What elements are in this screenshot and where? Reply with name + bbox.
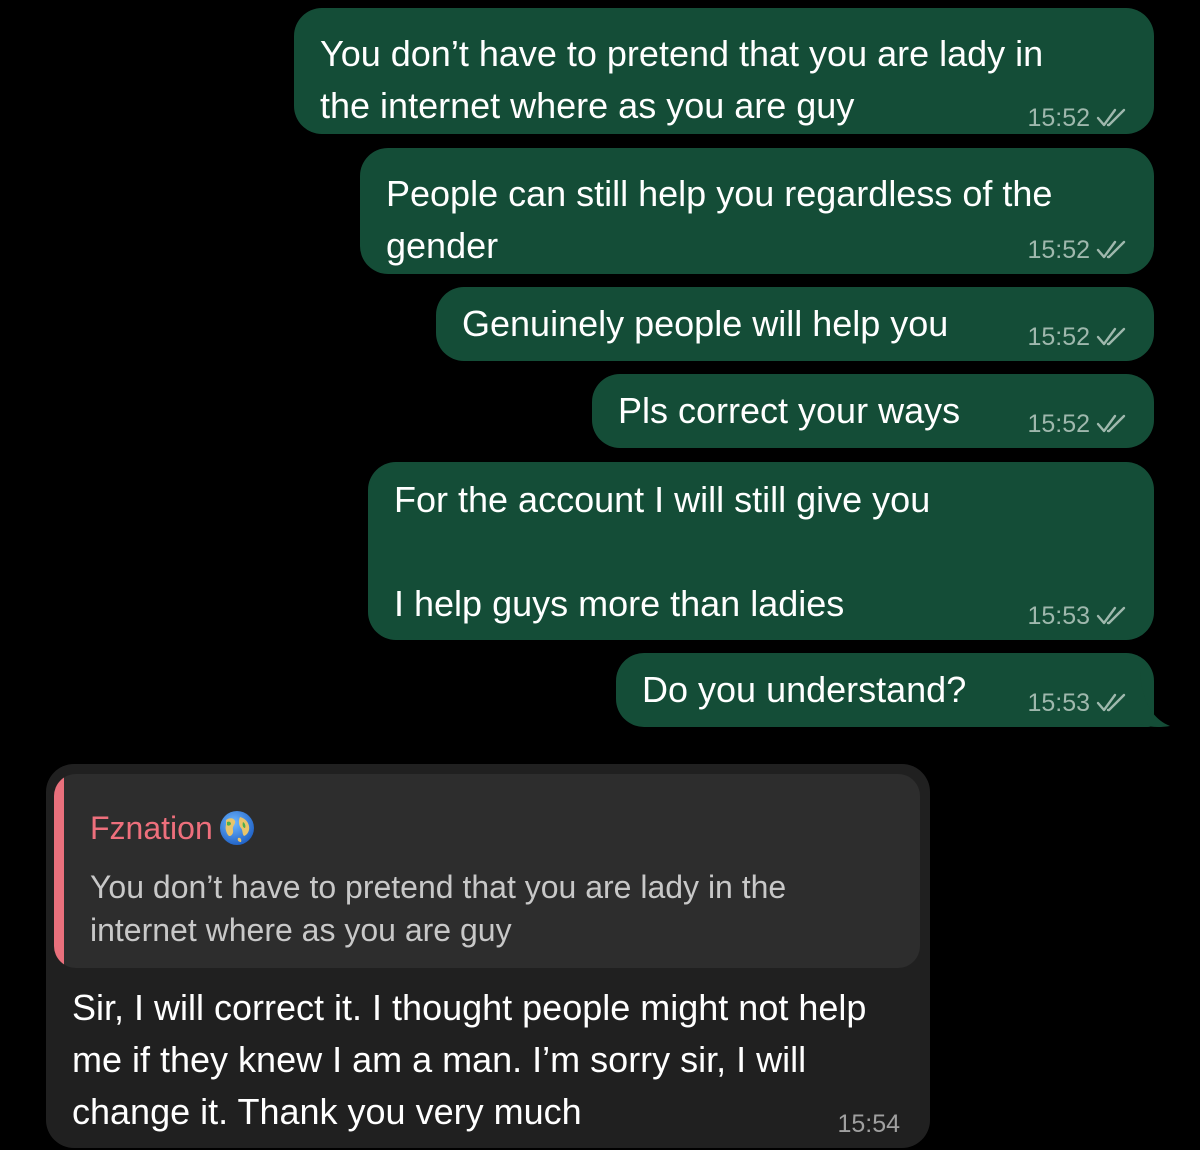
- message-meta: 15:52: [1027, 236, 1128, 264]
- quote-author-name: Fznation: [90, 810, 213, 846]
- message-text: Pls correct your ways: [618, 390, 961, 431]
- outgoing-message[interactable]: Do you understand? 15:53: [616, 653, 1154, 727]
- reply-quote[interactable]: Fznation You don’t have to pretend that …: [54, 774, 920, 968]
- message-time: 15:54: [837, 1110, 900, 1138]
- double-check-icon: [1096, 606, 1126, 625]
- quote-text: You don’t have to pretend that you are l…: [90, 869, 787, 948]
- double-check-icon: [1096, 327, 1126, 346]
- double-check-icon: [1096, 414, 1126, 433]
- message-text: You don’t have to pretend that you are l…: [320, 33, 1044, 74]
- outgoing-message[interactable]: Pls correct your ways 15:52: [592, 374, 1154, 448]
- message-text: I help guys more than ladies: [394, 583, 845, 624]
- outgoing-message[interactable]: You don’t have to pretend that you are l…: [294, 8, 1154, 134]
- message-meta: 15:52: [1027, 323, 1128, 351]
- message-text: Sir, I will correct it. I thought people…: [72, 987, 867, 1132]
- message-time: 15:53: [1027, 602, 1090, 630]
- quote-author: Fznation: [90, 808, 257, 848]
- message-text: Do you understand?: [642, 669, 967, 710]
- double-check-icon: [1096, 240, 1126, 259]
- message-time: 15:52: [1027, 236, 1090, 264]
- message-time: 15:52: [1027, 104, 1090, 132]
- message-meta: 15:53: [1027, 602, 1128, 630]
- double-check-icon: [1096, 693, 1126, 712]
- outgoing-message[interactable]: People can still help you regardless of …: [360, 148, 1154, 274]
- message-time: 15:53: [1027, 689, 1090, 717]
- message-time: 15:52: [1027, 410, 1090, 438]
- message-text: Genuinely people will help you: [462, 303, 949, 344]
- outgoing-message[interactable]: For the account I will still give you I …: [368, 462, 1154, 640]
- globe-icon: [219, 811, 254, 845]
- incoming-message[interactable]: Fznation You don’t have to pretend that …: [46, 764, 930, 1148]
- message-text: gender: [386, 225, 499, 266]
- message-meta: 15:52: [1027, 104, 1128, 132]
- outgoing-message[interactable]: Genuinely people will help you 15:52: [436, 287, 1154, 361]
- message-time: 15:52: [1027, 323, 1090, 351]
- quote-accent-bar: [54, 774, 64, 968]
- message-meta: 15:53: [1027, 689, 1128, 717]
- double-check-icon: [1096, 108, 1126, 127]
- bubble-tail: [1140, 672, 1170, 728]
- message-text: People can still help you regardless of …: [386, 173, 1053, 214]
- message-text: For the account I will still give you: [394, 479, 931, 520]
- message-meta: 15:52: [1027, 410, 1128, 438]
- message-text: the internet where as you are guy: [320, 85, 855, 126]
